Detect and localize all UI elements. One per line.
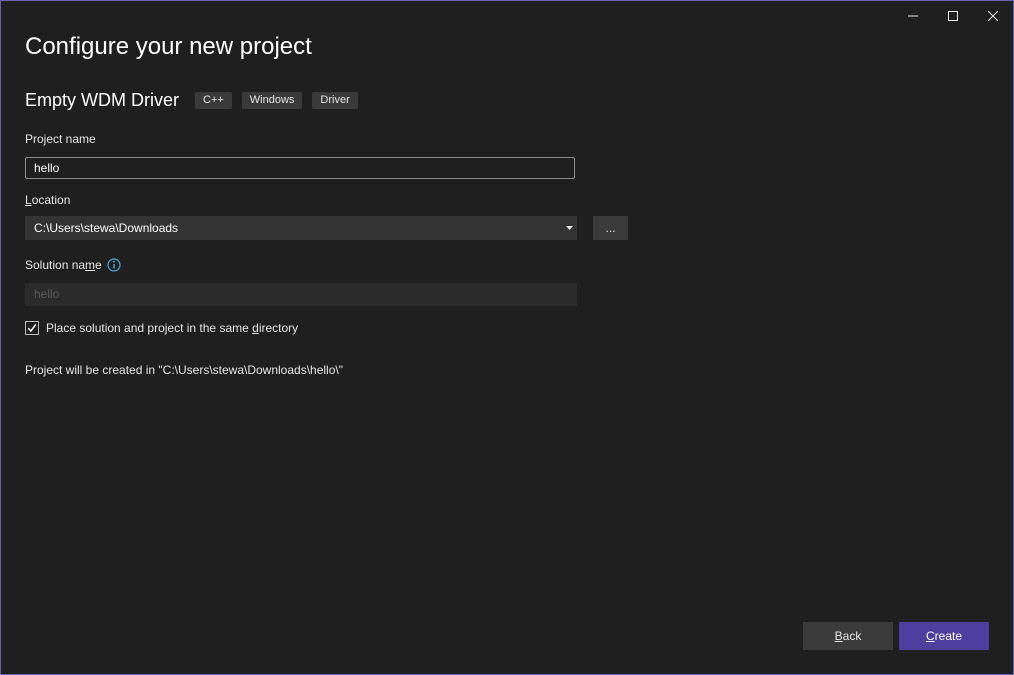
back-button[interactable]: Back [803, 622, 893, 650]
same-directory-label-prefix: Place solution and project in the same [46, 321, 253, 335]
solution-name-label-rest: e [95, 258, 102, 272]
back-button-rest: ack [842, 629, 862, 643]
project-name-label-text: Project name [25, 132, 96, 146]
window-controls [893, 1, 1013, 31]
tag-project-type: Driver [312, 91, 358, 109]
tag-language: C++ [195, 91, 232, 109]
tag-platform: Windows [241, 91, 303, 109]
back-button-accel: B [834, 629, 843, 643]
project-location-summary: Project will be created in "C:\Users\ste… [25, 363, 343, 377]
same-directory-option[interactable]: Place solution and project in the same d… [25, 319, 298, 337]
chevron-down-icon[interactable] [561, 216, 577, 240]
page-title: Configure your new project [25, 33, 312, 60]
project-name-label: Project name [25, 132, 96, 146]
maximize-button[interactable] [933, 1, 973, 31]
browse-button-label: ... [605, 221, 616, 235]
create-button-rest: reate [934, 629, 963, 643]
same-directory-label-rest: irectory [258, 321, 299, 335]
same-directory-label[interactable]: Place solution and project in the same d… [46, 321, 298, 335]
project-name-input[interactable] [25, 157, 575, 179]
solution-name-label: Solution na m e [25, 258, 121, 272]
location-value: C:\Users\stewa\Downloads [34, 221, 179, 235]
close-icon [988, 11, 998, 21]
solution-name-label-prefix: Solution na [25, 258, 86, 272]
create-button[interactable]: Create [899, 622, 989, 650]
browse-button[interactable]: ... [593, 216, 628, 240]
minimize-button[interactable] [893, 1, 933, 31]
location-label-rest: ocation [31, 193, 71, 207]
info-icon[interactable] [107, 258, 121, 272]
location-label: Location [25, 193, 70, 207]
solution-name-label-accel: m [85, 258, 96, 272]
same-directory-label-accel: d [252, 321, 259, 335]
template-header: Empty WDM Driver C++ Windows Driver [25, 89, 368, 111]
template-name: Empty WDM Driver [25, 89, 179, 110]
configure-project-window: Configure your new project Empty WDM Dri… [0, 0, 1014, 675]
same-directory-checkbox[interactable] [25, 321, 39, 335]
close-button[interactable] [973, 1, 1013, 31]
checkmark-icon [27, 324, 37, 333]
location-combobox[interactable]: C:\Users\stewa\Downloads [25, 216, 577, 240]
solution-name-input: hello [25, 283, 577, 306]
solution-name-placeholder: hello [34, 287, 60, 301]
location-label-accel: L [25, 193, 32, 207]
minimize-icon [908, 15, 918, 17]
create-button-accel: C [925, 629, 935, 643]
maximize-icon [948, 11, 958, 21]
